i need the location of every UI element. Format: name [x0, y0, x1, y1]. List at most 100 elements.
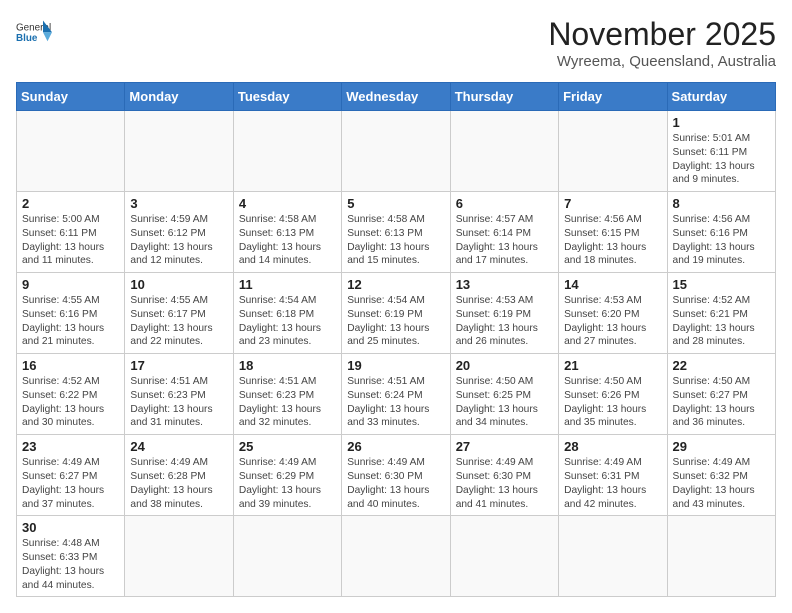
day-number: 10: [130, 277, 227, 292]
day-info: Sunrise: 4:49 AM Sunset: 6:30 PM Dayligh…: [456, 456, 553, 511]
day-info: Sunrise: 4:49 AM Sunset: 6:27 PM Dayligh…: [22, 456, 119, 511]
day-number: 12: [347, 277, 444, 292]
day-number: 7: [564, 196, 661, 211]
calendar-week-row: 2 Sunrise: 5:00 AM Sunset: 6:11 PM Daylig…: [17, 192, 776, 273]
weekday-header-saturday: Saturday: [667, 83, 775, 111]
calendar-cell: 3 Sunrise: 4:59 AM Sunset: 6:12 PM Daylig…: [125, 192, 233, 273]
day-info: Sunrise: 4:52 AM Sunset: 6:21 PM Dayligh…: [673, 294, 770, 349]
day-info: Sunrise: 4:49 AM Sunset: 6:30 PM Dayligh…: [347, 456, 444, 511]
day-info: Sunrise: 5:00 AM Sunset: 6:11 PM Dayligh…: [22, 213, 119, 268]
calendar-cell: 17Sunrise: 4:51 AM Sunset: 6:23 PM Dayli…: [125, 354, 233, 435]
calendar-cell: 27 Sunrise: 4:49 AM Sunset: 6:30 PM Dayli…: [450, 435, 558, 516]
calendar-cell: 20Sunrise: 4:50 AM Sunset: 6:25 PM Dayli…: [450, 354, 558, 435]
day-info: Sunrise: 4:51 AM Sunset: 6:23 PM Dayligh…: [130, 375, 227, 430]
day-number: 4: [239, 196, 336, 211]
day-info: Sunrise: 4:55 AM Sunset: 6:16 PM Dayligh…: [22, 294, 119, 349]
calendar-cell: 23 Sunrise: 4:49 AM Sunset: 6:27 PM Dayli…: [17, 435, 125, 516]
day-info: Sunrise: 4:52 AM Sunset: 6:22 PM Dayligh…: [22, 375, 119, 430]
day-number: 3: [130, 196, 227, 211]
calendar-cell: [559, 516, 667, 597]
day-number: 27: [456, 439, 553, 454]
day-number: 5: [347, 196, 444, 211]
day-info: Sunrise: 4:56 AM Sunset: 6:16 PM Dayligh…: [673, 213, 770, 268]
day-info: Sunrise: 4:51 AM Sunset: 6:23 PM Dayligh…: [239, 375, 336, 430]
calendar-week-row: 23 Sunrise: 4:49 AM Sunset: 6:27 PM Dayli…: [17, 435, 776, 516]
svg-text:Blue: Blue: [16, 33, 38, 44]
day-number: 25: [239, 439, 336, 454]
calendar-cell: [450, 516, 558, 597]
day-info: Sunrise: 4:49 AM Sunset: 6:29 PM Dayligh…: [239, 456, 336, 511]
day-number: 28: [564, 439, 661, 454]
day-number: 2: [22, 196, 119, 211]
month-title: November 2025: [548, 16, 776, 53]
calendar-cell: 21 Sunrise: 4:50 AM Sunset: 6:26 PM Dayli…: [559, 354, 667, 435]
weekday-header-thursday: Thursday: [450, 83, 558, 111]
day-info: Sunrise: 4:58 AM Sunset: 6:13 PM Dayligh…: [347, 213, 444, 268]
calendar-cell: 28 Sunrise: 4:49 AM Sunset: 6:31 PM Dayli…: [559, 435, 667, 516]
day-number: 23: [22, 439, 119, 454]
calendar-cell: 25 Sunrise: 4:49 AM Sunset: 6:29 PM Dayli…: [233, 435, 341, 516]
location-title: Wyreema, Queensland, Australia: [548, 53, 776, 70]
calendar-cell: 4 Sunrise: 4:58 AM Sunset: 6:13 PM Daylig…: [233, 192, 341, 273]
calendar-cell: 26Sunrise: 4:49 AM Sunset: 6:30 PM Dayli…: [342, 435, 450, 516]
calendar-cell: 5 Sunrise: 4:58 AM Sunset: 6:13 PM Daylig…: [342, 192, 450, 273]
calendar-cell: 14 Sunrise: 4:53 AM Sunset: 6:20 PM Dayli…: [559, 273, 667, 354]
calendar-cell: [17, 111, 125, 192]
calendar-cell: 30 Sunrise: 4:48 AM Sunset: 6:33 PM Dayli…: [17, 516, 125, 597]
calendar-cell: 18 Sunrise: 4:51 AM Sunset: 6:23 PM Dayli…: [233, 354, 341, 435]
calendar-cell: [233, 111, 341, 192]
day-number: 14: [564, 277, 661, 292]
calendar-week-row: 1Sunrise: 5:01 AM Sunset: 6:11 PM Daylig…: [17, 111, 776, 192]
day-info: Sunrise: 4:57 AM Sunset: 6:14 PM Dayligh…: [456, 213, 553, 268]
day-number: 22: [673, 358, 770, 373]
day-info: Sunrise: 4:59 AM Sunset: 6:12 PM Dayligh…: [130, 213, 227, 268]
weekday-header-monday: Monday: [125, 83, 233, 111]
title-area: November 2025 Wyreema, Queensland, Austr…: [548, 16, 776, 70]
calendar-cell: 6 Sunrise: 4:57 AM Sunset: 6:14 PM Daylig…: [450, 192, 558, 273]
calendar-cell: 12Sunrise: 4:54 AM Sunset: 6:19 PM Dayli…: [342, 273, 450, 354]
day-info: Sunrise: 4:49 AM Sunset: 6:31 PM Dayligh…: [564, 456, 661, 511]
calendar-cell: 24 Sunrise: 4:49 AM Sunset: 6:28 PM Dayli…: [125, 435, 233, 516]
calendar-cell: 9 Sunrise: 4:55 AM Sunset: 6:16 PM Daylig…: [17, 273, 125, 354]
calendar-cell: 11Sunrise: 4:54 AM Sunset: 6:18 PM Dayli…: [233, 273, 341, 354]
calendar-cell: [125, 516, 233, 597]
calendar-cell: [125, 111, 233, 192]
day-info: Sunrise: 4:55 AM Sunset: 6:17 PM Dayligh…: [130, 294, 227, 349]
day-info: Sunrise: 4:50 AM Sunset: 6:26 PM Dayligh…: [564, 375, 661, 430]
day-number: 8: [673, 196, 770, 211]
logo: General Blue: [16, 16, 52, 52]
calendar-cell: [667, 516, 775, 597]
day-info: Sunrise: 4:49 AM Sunset: 6:28 PM Dayligh…: [130, 456, 227, 511]
day-number: 9: [22, 277, 119, 292]
calendar-cell: [233, 516, 341, 597]
day-number: 13: [456, 277, 553, 292]
day-info: Sunrise: 4:58 AM Sunset: 6:13 PM Dayligh…: [239, 213, 336, 268]
logo-icon: General Blue: [16, 16, 52, 52]
day-number: 6: [456, 196, 553, 211]
weekday-header-wednesday: Wednesday: [342, 83, 450, 111]
weekday-header-tuesday: Tuesday: [233, 83, 341, 111]
day-info: Sunrise: 4:54 AM Sunset: 6:18 PM Dayligh…: [239, 294, 336, 349]
calendar-cell: [342, 516, 450, 597]
calendar-cell: 29Sunrise: 4:49 AM Sunset: 6:32 PM Dayli…: [667, 435, 775, 516]
day-info: Sunrise: 4:49 AM Sunset: 6:32 PM Dayligh…: [673, 456, 770, 511]
calendar-cell: 19Sunrise: 4:51 AM Sunset: 6:24 PM Dayli…: [342, 354, 450, 435]
day-number: 18: [239, 358, 336, 373]
calendar-week-row: 16 Sunrise: 4:52 AM Sunset: 6:22 PM Dayli…: [17, 354, 776, 435]
weekday-header-row: SundayMondayTuesdayWednesdayThursdayFrid…: [17, 83, 776, 111]
day-number: 21: [564, 358, 661, 373]
day-info: Sunrise: 4:51 AM Sunset: 6:24 PM Dayligh…: [347, 375, 444, 430]
calendar-cell: 16 Sunrise: 4:52 AM Sunset: 6:22 PM Dayli…: [17, 354, 125, 435]
day-number: 30: [22, 520, 119, 535]
calendar-table: SundayMondayTuesdayWednesdayThursdayFrid…: [16, 82, 776, 597]
calendar-cell: 7Sunrise: 4:56 AM Sunset: 6:15 PM Daylig…: [559, 192, 667, 273]
day-number: 24: [130, 439, 227, 454]
day-info: Sunrise: 4:53 AM Sunset: 6:20 PM Dayligh…: [564, 294, 661, 349]
day-info: Sunrise: 4:50 AM Sunset: 6:27 PM Dayligh…: [673, 375, 770, 430]
calendar-week-row: 9 Sunrise: 4:55 AM Sunset: 6:16 PM Daylig…: [17, 273, 776, 354]
calendar-cell: 15Sunrise: 4:52 AM Sunset: 6:21 PM Dayli…: [667, 273, 775, 354]
day-info: Sunrise: 4:53 AM Sunset: 6:19 PM Dayligh…: [456, 294, 553, 349]
day-number: 16: [22, 358, 119, 373]
day-number: 1: [673, 115, 770, 130]
day-info: Sunrise: 4:48 AM Sunset: 6:33 PM Dayligh…: [22, 537, 119, 592]
